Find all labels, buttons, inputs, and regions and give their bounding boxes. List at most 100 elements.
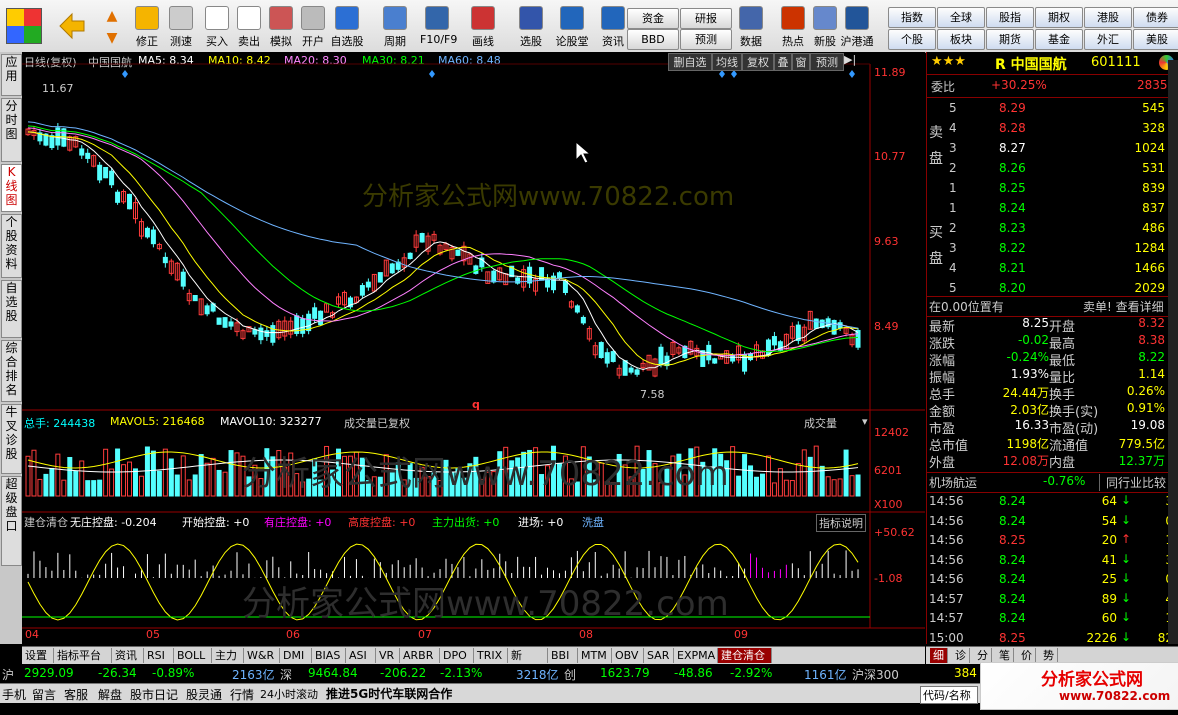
market-tab[interactable]: 股指 <box>986 7 1034 28</box>
sell-level-row[interactable]: 2 8.26 531 <box>927 160 1178 179</box>
market-tab[interactable]: 外汇 <box>1084 29 1132 50</box>
quick-button-bbd[interactable]: BBD <box>627 29 679 50</box>
bottom-bar-item[interactable]: 行情 <box>230 686 254 703</box>
toolbar-hot-button[interactable]: 热点 <box>776 4 810 50</box>
toolbar-watchlist-button[interactable]: 自选股 <box>330 4 364 50</box>
volume-menu-arrow-icon[interactable]: ▾ <box>862 415 868 428</box>
indicator-tab[interactable]: BIAS <box>312 648 346 663</box>
volume-menu[interactable]: 成交量 <box>804 415 837 431</box>
market-tab[interactable]: 美股 <box>1133 29 1178 50</box>
indicator-tab[interactable]: VR <box>376 648 400 663</box>
indicator-tab[interactable]: 主力 <box>212 648 244 663</box>
detail-tab[interactable]: 笔 <box>996 648 1014 663</box>
quick-button-forecast[interactable]: 预测 <box>680 29 732 50</box>
buy-level-row[interactable]: 2 8.23 486 <box>927 220 1178 239</box>
toolbar-hk-connect-button[interactable]: 沪港通 <box>840 4 874 50</box>
expand-icon[interactable]: ▶| <box>844 53 856 66</box>
bottom-bar-item[interactable]: 客服 <box>64 686 88 703</box>
toolbar-news-button[interactable]: 资讯 <box>596 4 630 50</box>
indicator-tab[interactable]: 指标平台 <box>54 648 112 663</box>
indicator-tab[interactable]: BOLL <box>174 648 212 663</box>
kline-chart-area[interactable]: 日线(复权) 中国国航 MA5: 8.34 MA10: 8.42 MA20: 8… <box>22 52 925 644</box>
toolbar-sell-button[interactable]: 卖出 <box>232 4 266 50</box>
news-ticker[interactable]: 推进5G时代车联网合作 <box>326 685 452 702</box>
chart-control[interactable]: 删自选 <box>668 53 712 71</box>
indicator-tab[interactable]: BBI <box>548 648 578 663</box>
left-tab[interactable]: 综合排名 <box>1 340 22 402</box>
indicator-tab[interactable]: SAR <box>644 648 674 663</box>
indicator-tab[interactable]: DMI <box>280 648 312 663</box>
sell-level-row[interactable]: 4 8.28 328 <box>927 120 1178 139</box>
indicator-tab[interactable]: 建仓清仓 <box>718 648 772 663</box>
buy-level-row[interactable]: 3 8.22 1284 <box>927 240 1178 259</box>
indicator-tab[interactable]: ARBR <box>400 648 440 663</box>
indicator-tab[interactable]: W&R <box>244 648 280 663</box>
app-logo[interactable] <box>6 8 42 44</box>
toolbar-screen-button[interactable]: 选股 <box>514 4 548 50</box>
indicator-tab[interactable]: OBV <box>612 648 644 663</box>
market-tab[interactable]: 期货 <box>986 29 1034 50</box>
sector-name[interactable]: 机场航运 <box>929 474 977 491</box>
toolbar-draw-button[interactable]: 画线 <box>466 4 500 50</box>
indicator-tab[interactable]: 设置 <box>22 648 54 663</box>
toolbar-forum-button[interactable]: 论股堂 <box>555 4 589 50</box>
indicator-tab[interactable]: 新DMA <box>508 648 548 677</box>
buy-level-row[interactable]: 5 8.20 2029 <box>927 280 1178 299</box>
market-tab[interactable]: 个股 <box>888 29 936 50</box>
chart-control[interactable]: 预测 <box>810 53 844 71</box>
toolbar-sim-button[interactable]: 模拟 <box>264 4 298 50</box>
indicator-tab[interactable]: ASI <box>346 648 376 663</box>
left-tab[interactable]: 个股资料 <box>1 214 22 278</box>
search-box[interactable]: 代码/名称 <box>920 686 978 704</box>
sell-level-row[interactable]: 5 8.29 545 <box>927 100 1178 119</box>
toolbar-period-button[interactable]: 周期 <box>378 4 412 50</box>
back-arrow-icon[interactable] <box>58 12 86 40</box>
indicator-tab[interactable]: DPO <box>440 648 474 663</box>
bottom-bar-item[interactable]: 股市日记 <box>130 686 178 703</box>
toolbar-speed-button[interactable]: 测速 <box>164 4 198 50</box>
toolbar-data-button[interactable]: 数据 <box>734 4 768 50</box>
quick-button-research[interactable]: 研报 <box>680 8 732 29</box>
quick-button-funds[interactable]: 资金 <box>627 8 679 29</box>
sell-level-row[interactable]: 3 8.27 1024 <box>927 140 1178 159</box>
indicator-tab[interactable]: MTM <box>578 648 612 663</box>
toolbar-f10-button[interactable]: F10/F9 <box>420 4 457 50</box>
left-tab[interactable]: 自选股 <box>1 280 22 338</box>
chart-control[interactable]: 复权 <box>742 53 774 71</box>
bottom-bar-item[interactable]: 留言 <box>32 686 56 703</box>
toolbar-open-button[interactable]: 开户 <box>296 4 330 50</box>
left-tab[interactable]: K线图 <box>1 164 22 212</box>
market-tab[interactable]: 板块 <box>937 29 985 50</box>
compare-button[interactable]: 同行业比较 <box>1099 474 1166 491</box>
chart-control[interactable]: 均线 <box>712 53 742 71</box>
indicator-tab[interactable]: RSI <box>144 648 174 663</box>
market-tab[interactable]: 指数 <box>888 7 936 28</box>
up-arrow-icon[interactable]: ▲ <box>102 8 122 24</box>
detail-tab[interactable]: 势 <box>1040 648 1058 663</box>
left-tab[interactable]: 分时图 <box>1 98 22 162</box>
toolbar-buy-button[interactable]: 买入 <box>200 4 234 50</box>
market-tab[interactable]: 基金 <box>1035 29 1083 50</box>
down-arrow-icon[interactable]: ▼ <box>102 30 122 46</box>
detail-tab[interactable]: 诊 <box>952 648 970 663</box>
market-tab[interactable]: 债券 <box>1133 7 1178 28</box>
left-tab[interactable]: 超级盘口 <box>1 476 22 566</box>
detail-tab[interactable]: 价 <box>1018 648 1036 663</box>
market-tab[interactable]: 港股 <box>1084 7 1132 28</box>
view-detail-link[interactable]: 卖单! 查看详细 <box>1083 298 1164 315</box>
indicator-tab[interactable]: 资讯 <box>112 648 144 663</box>
detail-tab[interactable]: 分 <box>974 648 992 663</box>
bottom-bar-item[interactable]: 解盘 <box>98 686 122 703</box>
market-tab[interactable]: 期权 <box>1035 7 1083 28</box>
right-scrollbar[interactable] <box>1168 60 1178 644</box>
detail-tab[interactable]: 细 <box>930 648 948 663</box>
toolbar-ipo-button[interactable]: 新股 <box>808 4 842 50</box>
sell-level-row[interactable]: 1 8.25 839 <box>927 180 1178 199</box>
buy-level-row[interactable]: 4 8.21 1466 <box>927 260 1178 279</box>
bottom-bar-item[interactable]: 手机 <box>2 686 26 703</box>
indicator-tab[interactable]: TRIX <box>474 648 508 663</box>
indicator-help-button[interactable]: 指标说明 <box>816 514 866 532</box>
toolbar-fix-button[interactable]: 修正 <box>130 4 164 50</box>
chart-control[interactable]: 窗 <box>792 53 810 71</box>
ticker-label[interactable]: 24小时滚动 <box>260 686 318 702</box>
